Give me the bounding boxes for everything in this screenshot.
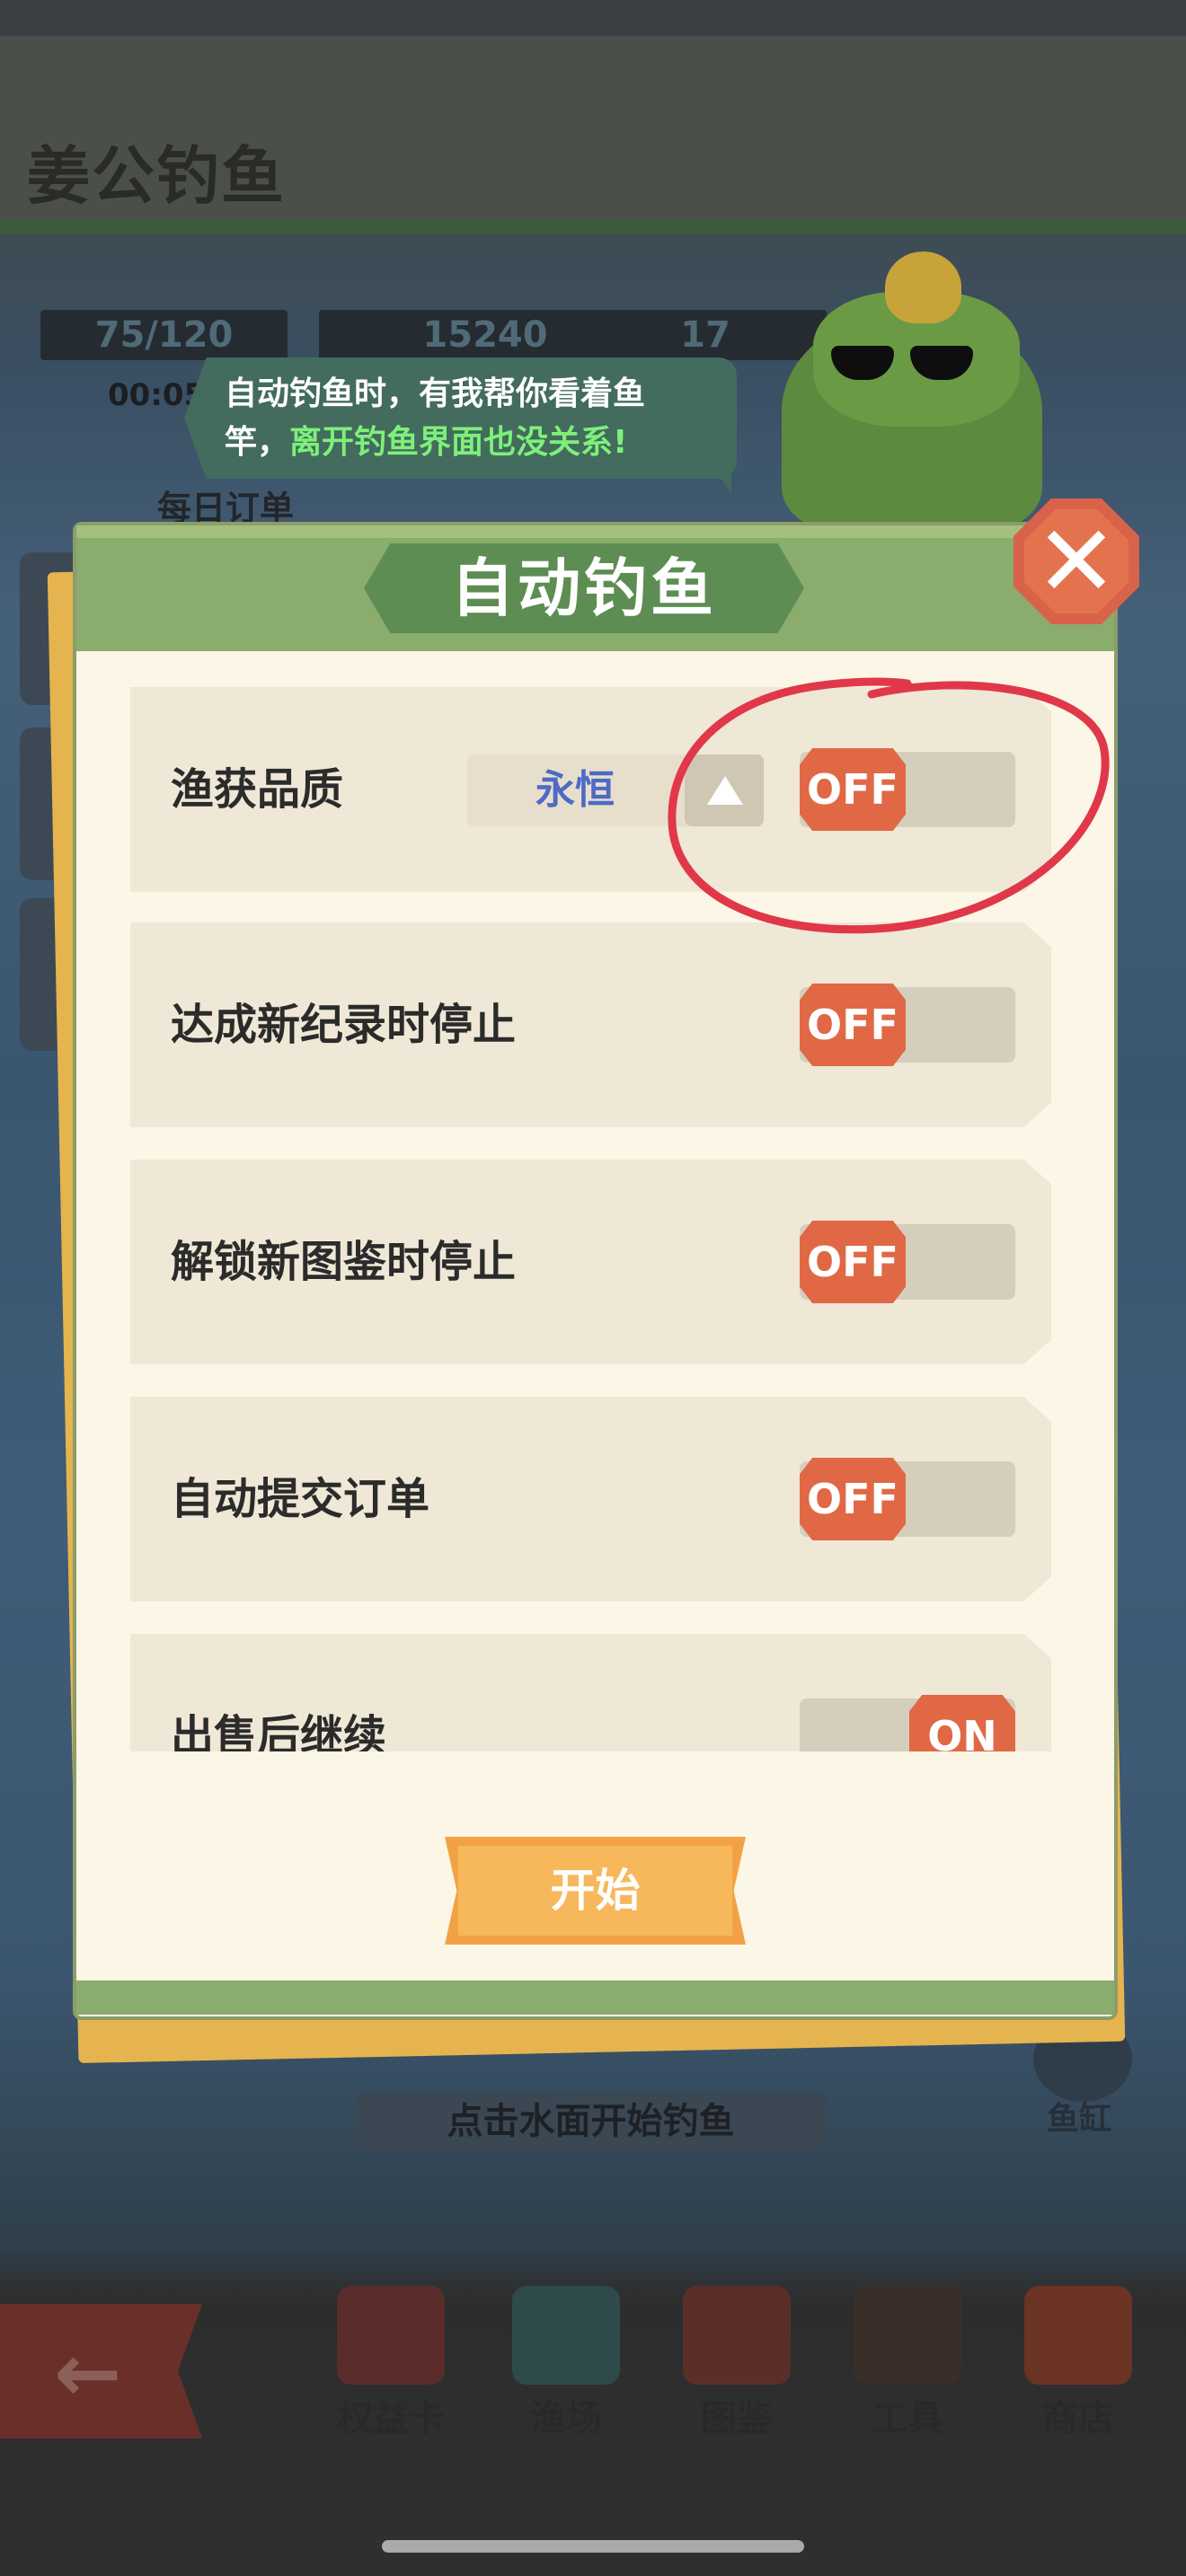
energy-value: 75/120	[94, 314, 234, 356]
coins-value: 15240	[422, 314, 548, 356]
toggle-stop-new-record[interactable]: OFF	[800, 984, 1015, 1066]
tap-water-hint: 点击水面开始钓鱼	[355, 2093, 827, 2150]
nav-label: 图鉴	[701, 2398, 773, 2439]
start-button-label[interactable]: 开始	[445, 1837, 746, 1945]
nav-label: 权益卡	[337, 2398, 445, 2439]
toggle-knob: OFF	[800, 984, 906, 1066]
back-arrow-icon: ←	[54, 2326, 122, 2421]
setting-label: 达成新纪录时停止	[171, 1000, 517, 1050]
island-icon	[512, 2286, 620, 2385]
bubble-line-2-prefix: 竿，	[225, 424, 290, 461]
card-icon	[337, 2286, 445, 2385]
daily-orders-label: 每日订单	[157, 489, 295, 528]
basket-icon	[854, 2286, 961, 2385]
nav-tools[interactable]: 工具	[831, 2286, 984, 2439]
toggle-knob: ON	[909, 1695, 1015, 1751]
nav-label: 工具	[872, 2398, 943, 2439]
hammer-stat: 17	[584, 310, 827, 360]
bubble-line-1: 自动钓鱼时，有我帮你看着鱼	[225, 375, 646, 412]
toggle-stop-new-collection[interactable]: OFF	[800, 1221, 1015, 1303]
annotation-circle	[668, 677, 1110, 934]
nav-fishing-ground[interactable]: 渔场	[490, 2286, 642, 2439]
toggle-continue-after-sale[interactable]: ON	[800, 1695, 1015, 1751]
nav-benefit-card[interactable]: 权益卡	[314, 2286, 467, 2439]
nav-label: 商店	[1042, 2398, 1114, 2439]
close-icon[interactable]: ✕	[1024, 509, 1128, 613]
nav-collection[interactable]: 图鉴	[660, 2286, 813, 2439]
toggle-knob: OFF	[800, 1458, 906, 1540]
setting-label: 出售后继续	[171, 1711, 387, 1751]
modal-title: 自动钓鱼	[451, 551, 717, 625]
energy-stat: 75/120	[40, 310, 288, 360]
setting-row-stop-new-collection: 解锁新图鉴时停止 OFF	[130, 1160, 1051, 1364]
setting-row-continue-after-sale: 出售后继续 ON	[130, 1634, 1051, 1751]
hammer-value: 17	[680, 314, 730, 356]
toggle-auto-submit-orders[interactable]: OFF	[800, 1458, 1015, 1540]
toggle-knob: OFF	[800, 1221, 906, 1303]
setting-label: 自动提交订单	[171, 1474, 430, 1524]
duck-icon	[885, 251, 961, 323]
setting-row-stop-new-record: 达成新纪录时停止 OFF	[130, 922, 1051, 1127]
modal-header-highlight	[76, 525, 1114, 538]
setting-row-auto-submit-orders: 自动提交订单 OFF	[130, 1397, 1051, 1601]
bag-icon	[1024, 2286, 1132, 2385]
setting-label: 解锁新图鉴时停止	[171, 1237, 517, 1287]
coins-stat: 15240	[319, 310, 589, 360]
status-strip	[0, 0, 1186, 36]
fish-tank-label: 鱼缸	[1047, 2101, 1112, 2138]
nav-shop[interactable]: 商店	[1002, 2286, 1155, 2439]
nav-label: 渔场	[530, 2398, 602, 2439]
setting-label: 渔获品质	[171, 764, 344, 815]
sunglasses-icon	[831, 346, 975, 380]
home-indicator[interactable]	[382, 2540, 804, 2553]
speech-bubble-text: 自动钓鱼时，有我帮你看着鱼 竿，离开钓鱼界面也没关系!	[225, 370, 728, 467]
title-bar-divider	[0, 220, 1186, 234]
fish-scroll-icon	[683, 2286, 791, 2385]
bubble-line-2: 竿，离开钓鱼界面也没关系!	[225, 419, 728, 467]
modal-footer	[76, 1981, 1114, 2015]
game-title: 姜公钓鱼	[27, 139, 286, 213]
quality-select-value[interactable]: 永恒	[467, 754, 683, 826]
bubble-highlight-text: 离开钓鱼界面也没关系!	[289, 424, 628, 461]
